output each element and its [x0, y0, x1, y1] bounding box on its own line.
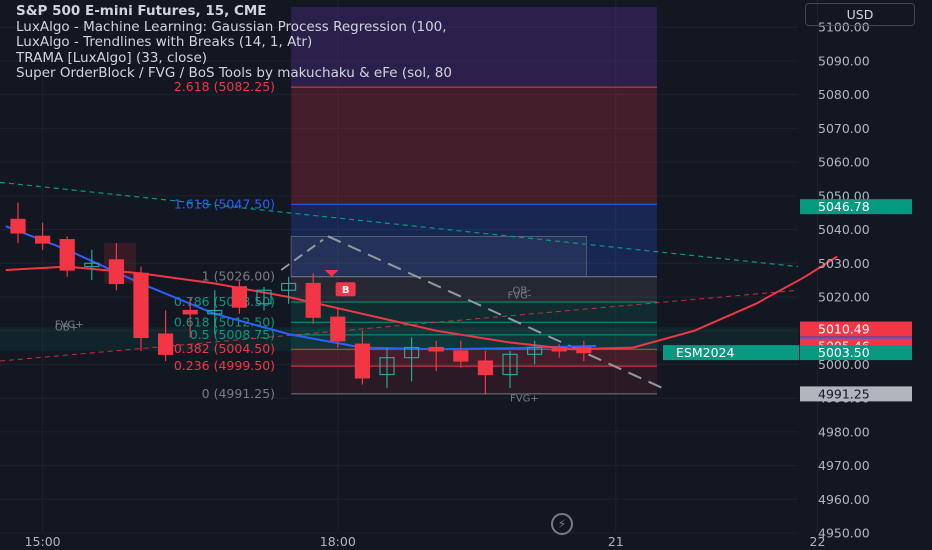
candle-body[interactable]	[551, 346, 567, 352]
price-tick-label[interactable]: 5080.00	[818, 87, 870, 102]
price-tick-label[interactable]: 5070.00	[818, 121, 870, 136]
candle-body[interactable]	[34, 235, 51, 244]
time-tick-label[interactable]: 15:00	[25, 534, 61, 549]
flash-icon[interactable]: ⚡	[551, 513, 573, 535]
price-tick-label[interactable]: 4970.00	[818, 458, 870, 473]
price-tick-label[interactable]: 5090.00	[818, 53, 870, 68]
price-tick-label[interactable]: 5060.00	[818, 155, 870, 170]
candle-body[interactable]	[133, 272, 149, 339]
fib-zone	[291, 349, 657, 367]
price-tick-label[interactable]: 4960.00	[818, 492, 870, 507]
zone-label: FVG-	[508, 290, 532, 301]
candle-body[interactable]	[576, 346, 592, 354]
price-chart[interactable]: 2.618 (5082.25)1.618 (5047.50)1 (5026.00…	[0, 0, 932, 550]
legend-trendlines[interactable]: LuxAlgo - Trendlines with Breaks (14, 1,…	[16, 34, 796, 51]
breakout-label: B	[342, 285, 350, 296]
candle-body[interactable]	[108, 259, 125, 285]
fib-label: 0.382 (5004.50)	[174, 341, 275, 356]
time-tick-label[interactable]: 18:00	[320, 534, 356, 549]
indicator-legend: S&P 500 E-mini Futures, 15, CME LuxAlgo …	[16, 4, 796, 82]
price-tag-label[interactable]: 5010.49	[818, 322, 870, 337]
symbol-title[interactable]: S&P 500 E-mini Futures, 15, CME	[16, 4, 796, 20]
time-tick-label[interactable]: 21	[608, 534, 624, 549]
price-tick-label[interactable]: 4950.00	[818, 526, 870, 541]
fib-label: 0 (4991.25)	[202, 386, 275, 401]
candle-body[interactable]	[182, 309, 198, 315]
symbol-tag-label[interactable]: ESM2024	[676, 345, 734, 360]
price-tag-label[interactable]: 4991.25	[818, 386, 870, 401]
price-tick-label[interactable]: 5040.00	[818, 222, 870, 237]
candle-body[interactable]	[305, 282, 321, 318]
fib-label: 1 (5026.00)	[202, 269, 275, 284]
price-tick-label[interactable]: 4980.00	[818, 424, 870, 439]
zone-label: FVG+	[510, 394, 539, 405]
candle-body[interactable]	[428, 346, 444, 352]
price-tick-label[interactable]: 5030.00	[818, 256, 870, 271]
candle-body[interactable]	[59, 239, 75, 271]
candle-body[interactable]	[354, 343, 370, 379]
candle-body[interactable]	[477, 360, 493, 376]
fib-label: 0.786 (5018.50)	[174, 294, 275, 309]
fib-zone	[291, 366, 657, 394]
candle-body[interactable]	[10, 218, 26, 234]
price-tag-label[interactable]: 5046.78	[818, 199, 870, 214]
fib-zone	[291, 87, 657, 205]
time-tick-label[interactable]: 22	[810, 534, 826, 549]
legend-trama[interactable]: TRAMA [LuxAlgo] (33, close)	[16, 50, 796, 67]
fib-label: 1.618 (5047.50)	[174, 196, 275, 211]
legend-gpr[interactable]: LuxAlgo - Machine Learning: Gaussian Pro…	[16, 19, 796, 36]
candle-body[interactable]	[453, 350, 469, 362]
fib-label: 0.5 (5008.75)	[190, 327, 275, 342]
legend-orderblock[interactable]: Super OrderBlock / FVG / BoS Tools by ma…	[16, 65, 796, 82]
price-tag-label[interactable]: 5003.50	[818, 345, 870, 360]
candle-body[interactable]	[158, 333, 174, 355]
currency-button[interactable]: USD	[805, 3, 915, 26]
candle-body[interactable]	[231, 286, 247, 308]
price-tick-label[interactable]: 5020.00	[818, 289, 870, 304]
zone-label: OB+	[55, 323, 78, 334]
fib-label: 0.236 (4999.50)	[174, 358, 275, 373]
candle-body[interactable]	[330, 316, 346, 342]
